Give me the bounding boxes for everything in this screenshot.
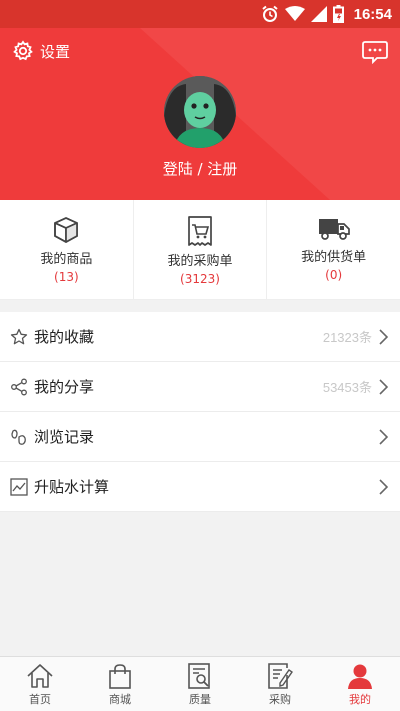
- avatar[interactable]: [164, 76, 236, 148]
- nav-label: 我的: [349, 693, 371, 706]
- battery-icon: [332, 5, 344, 23]
- nav-label: 采购: [269, 693, 291, 706]
- chevron-right-icon: [379, 329, 388, 345]
- receipt-cart-icon: [188, 216, 212, 246]
- stats-panel: 我的商品 (13) 我的采购单 (3123) 我的供货单 (0): [0, 200, 400, 300]
- status-time: 16:54: [353, 5, 392, 23]
- chevron-right-icon: [379, 429, 388, 445]
- login-register-link[interactable]: 登陆 / 注册: [0, 158, 400, 179]
- stat-count: (13): [54, 270, 79, 284]
- stat-label: 我的商品: [40, 252, 93, 267]
- menu-list: 我的收藏 21323条 我的分享 53453条 浏览记录 升贴水计算: [0, 312, 400, 512]
- menu-item-history[interactable]: 浏览记录: [0, 412, 400, 462]
- nav-quality[interactable]: 质量: [160, 657, 240, 711]
- stat-my-purchase-orders[interactable]: 我的采购单 (3123): [132, 200, 267, 299]
- stat-label: 我的供货单: [301, 250, 367, 265]
- nav-mall[interactable]: 商城: [80, 657, 160, 711]
- menu-item-count: 53453条: [322, 380, 372, 395]
- share-icon: [10, 378, 28, 396]
- stat-label: 我的采购单: [167, 254, 233, 269]
- nav-home[interactable]: 首页: [0, 657, 80, 711]
- chart-icon: [10, 477, 28, 496]
- menu-item-label: 我的分享: [34, 378, 95, 396]
- gear-icon: [13, 40, 33, 61]
- avatar-image: [164, 76, 236, 148]
- status-icons: 16:54: [261, 4, 392, 24]
- chevron-right-icon: [379, 379, 388, 395]
- settings-button[interactable]: 设置: [12, 40, 70, 62]
- quality-search-icon: [188, 663, 210, 689]
- truck-icon: [318, 219, 350, 240]
- wifi-icon: [284, 6, 305, 21]
- home-icon: [27, 664, 53, 688]
- nav-label: 质量: [189, 693, 211, 706]
- footprints-icon: [10, 428, 28, 446]
- message-icon[interactable]: [362, 40, 388, 64]
- nav-label: 首页: [29, 693, 51, 706]
- purchase-edit-icon: [268, 663, 293, 689]
- profile-header: 设置 登陆 / 注册: [0, 28, 400, 200]
- nav-purchase[interactable]: 采购: [240, 657, 320, 711]
- alarm-icon: [261, 5, 278, 22]
- bag-icon: [109, 664, 131, 689]
- nav-mine[interactable]: 我的: [320, 657, 400, 711]
- menu-item-label: 我的收藏: [34, 328, 95, 346]
- box-icon: [54, 217, 79, 243]
- stat-count: (0): [325, 268, 343, 282]
- menu-item-favorites[interactable]: 我的收藏 21323条: [0, 312, 400, 362]
- menu-item-count: 21323条: [322, 330, 372, 345]
- menu-item-shares[interactable]: 我的分享 53453条: [0, 362, 400, 412]
- chevron-right-icon: [379, 479, 388, 495]
- settings-label: 设置: [40, 42, 71, 61]
- stat-count: (3123): [180, 272, 220, 286]
- nav-label: 商城: [109, 693, 131, 706]
- status-bar: 16:54: [0, 0, 400, 28]
- user-icon: [348, 664, 372, 689]
- bottom-navigation: 首页 商城 质量 采购 我的: [0, 656, 400, 711]
- menu-item-label: 浏览记录: [34, 428, 95, 446]
- menu-item-label: 升贴水计算: [34, 478, 110, 496]
- stat-my-products[interactable]: 我的商品 (13): [0, 200, 133, 299]
- stat-my-supply-orders[interactable]: 我的供货单 (0): [266, 200, 400, 299]
- star-icon: [10, 328, 28, 346]
- signal-icon: [310, 6, 327, 22]
- menu-item-premium-calculator[interactable]: 升贴水计算: [0, 462, 400, 512]
